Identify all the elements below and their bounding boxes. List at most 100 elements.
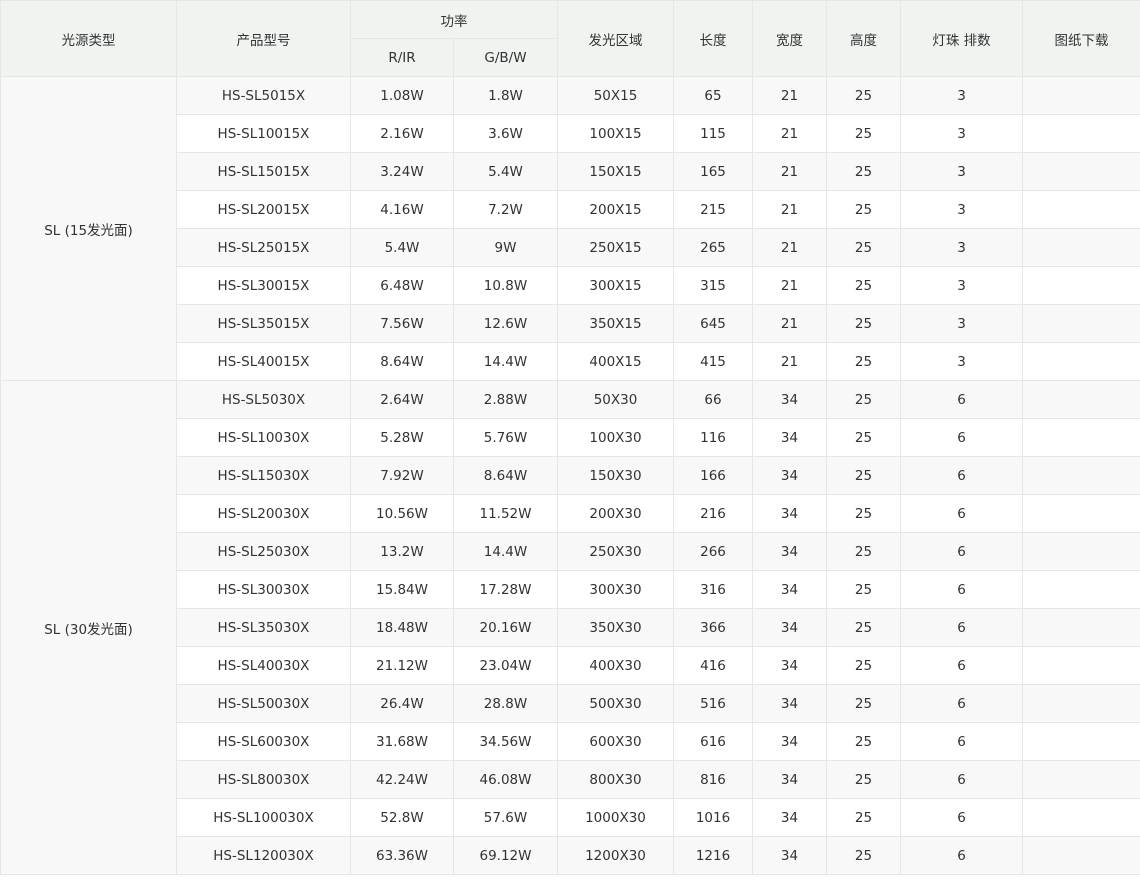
cell-length: 315 — [673, 266, 753, 305]
cell-drawing-download[interactable] — [1022, 418, 1140, 457]
cell-width: 21 — [752, 114, 827, 153]
cell-drawing-download[interactable] — [1022, 798, 1140, 837]
cell-length: 65 — [673, 76, 753, 115]
cell-area: 100X15 — [557, 114, 674, 153]
cell-length: 115 — [673, 114, 753, 153]
cell-drawing-download[interactable] — [1022, 304, 1140, 343]
cell-model: HS-SL40030X — [176, 646, 351, 685]
cell-power-gbw: 11.52W — [453, 494, 558, 533]
cell-length: 415 — [673, 342, 753, 381]
cell-model: HS-SL35015X — [176, 304, 351, 343]
cell-model: HS-SL25015X — [176, 228, 351, 267]
cell-drawing-download[interactable] — [1022, 722, 1140, 761]
cell-drawing-download[interactable] — [1022, 570, 1140, 609]
cell-length: 316 — [673, 570, 753, 609]
cell-power-gbw: 69.12W — [453, 836, 558, 875]
cell-width: 21 — [752, 152, 827, 191]
cell-model: HS-SL35030X — [176, 608, 351, 647]
cell-led-rows: 6 — [900, 494, 1023, 533]
cell-drawing-download[interactable] — [1022, 76, 1140, 115]
cell-area: 400X15 — [557, 342, 674, 381]
cell-drawing-download[interactable] — [1022, 456, 1140, 495]
header-area: 发光区域 — [557, 0, 674, 77]
cell-led-rows: 6 — [900, 570, 1023, 609]
cell-drawing-download[interactable] — [1022, 266, 1140, 305]
cell-led-rows: 3 — [900, 114, 1023, 153]
cell-length: 215 — [673, 190, 753, 229]
cell-power-gbw: 10.8W — [453, 266, 558, 305]
cell-power-rir: 7.56W — [350, 304, 454, 343]
cell-drawing-download[interactable] — [1022, 836, 1140, 875]
cell-drawing-download[interactable] — [1022, 190, 1140, 229]
cell-model: HS-SL20030X — [176, 494, 351, 533]
cell-height: 25 — [826, 76, 901, 115]
cell-height: 25 — [826, 570, 901, 609]
header-power: 功率 — [350, 0, 558, 39]
cell-power-gbw: 2.88W — [453, 380, 558, 419]
cell-led-rows: 3 — [900, 342, 1023, 381]
cell-power-rir: 63.36W — [350, 836, 454, 875]
cell-width: 34 — [752, 722, 827, 761]
cell-led-rows: 6 — [900, 380, 1023, 419]
cell-model: HS-SL50030X — [176, 684, 351, 723]
cell-height: 25 — [826, 380, 901, 419]
cell-drawing-download[interactable] — [1022, 684, 1140, 723]
cell-length: 616 — [673, 722, 753, 761]
cell-area: 1000X30 — [557, 798, 674, 837]
cell-led-rows: 6 — [900, 798, 1023, 837]
cell-width: 21 — [752, 342, 827, 381]
cell-length: 1216 — [673, 836, 753, 875]
cell-power-rir: 2.16W — [350, 114, 454, 153]
cell-width: 34 — [752, 380, 827, 419]
cell-led-rows: 3 — [900, 152, 1023, 191]
cell-power-gbw: 7.2W — [453, 190, 558, 229]
cell-drawing-download[interactable] — [1022, 760, 1140, 799]
cell-drawing-download[interactable] — [1022, 152, 1140, 191]
cell-area: 200X15 — [557, 190, 674, 229]
cell-area: 300X30 — [557, 570, 674, 609]
cell-model: HS-SL20015X — [176, 190, 351, 229]
cell-area: 1200X30 — [557, 836, 674, 875]
cell-width: 21 — [752, 266, 827, 305]
cell-power-rir: 10.56W — [350, 494, 454, 533]
cell-power-gbw: 5.76W — [453, 418, 558, 457]
cell-drawing-download[interactable] — [1022, 494, 1140, 533]
cell-height: 25 — [826, 266, 901, 305]
cell-drawing-download[interactable] — [1022, 380, 1140, 419]
cell-height: 25 — [826, 228, 901, 267]
cell-power-rir: 7.92W — [350, 456, 454, 495]
cell-led-rows: 3 — [900, 304, 1023, 343]
cell-model: HS-SL15030X — [176, 456, 351, 495]
cell-width: 34 — [752, 532, 827, 571]
cell-height: 25 — [826, 646, 901, 685]
group-light-type-cell: SL (30发光面) — [0, 380, 177, 875]
cell-height: 25 — [826, 456, 901, 495]
cell-drawing-download[interactable] — [1022, 228, 1140, 267]
cell-power-rir: 6.48W — [350, 266, 454, 305]
cell-power-rir: 2.64W — [350, 380, 454, 419]
cell-drawing-download[interactable] — [1022, 608, 1140, 647]
cell-height: 25 — [826, 722, 901, 761]
cell-drawing-download[interactable] — [1022, 532, 1140, 571]
cell-power-gbw: 20.16W — [453, 608, 558, 647]
header-length: 长度 — [673, 0, 753, 77]
cell-width: 34 — [752, 798, 827, 837]
cell-led-rows: 6 — [900, 722, 1023, 761]
cell-area: 350X30 — [557, 608, 674, 647]
cell-power-rir: 3.24W — [350, 152, 454, 191]
cell-width: 34 — [752, 684, 827, 723]
header-drawing-download: 图纸下载 — [1022, 0, 1140, 77]
cell-drawing-download[interactable] — [1022, 646, 1140, 685]
cell-led-rows: 6 — [900, 646, 1023, 685]
cell-led-rows: 6 — [900, 456, 1023, 495]
cell-area: 250X30 — [557, 532, 674, 571]
header-power-gbw: G/B/W — [453, 38, 558, 77]
cell-power-gbw: 17.28W — [453, 570, 558, 609]
cell-width: 34 — [752, 494, 827, 533]
cell-drawing-download[interactable] — [1022, 342, 1140, 381]
cell-area: 300X15 — [557, 266, 674, 305]
cell-power-gbw: 1.8W — [453, 76, 558, 115]
cell-power-gbw: 14.4W — [453, 342, 558, 381]
cell-power-gbw: 14.4W — [453, 532, 558, 571]
cell-drawing-download[interactable] — [1022, 114, 1140, 153]
